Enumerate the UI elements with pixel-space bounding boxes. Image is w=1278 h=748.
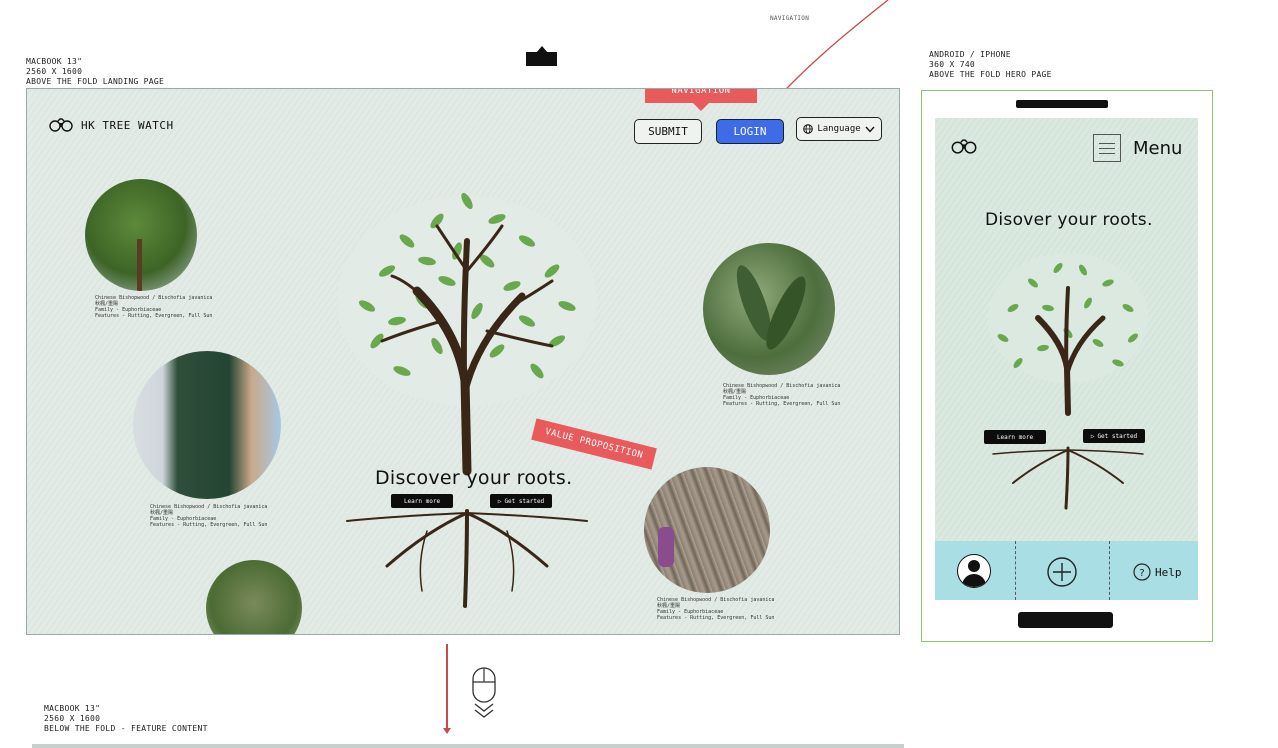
play-icon: ▷ — [497, 497, 502, 505]
desktop-annotation-size: 2560 X 1600 — [26, 67, 83, 76]
mobile-tree-illustration — [988, 253, 1148, 510]
person-figure — [658, 527, 674, 567]
tree-photo-2[interactable] — [133, 351, 281, 499]
desktop-annotation-section: ABOVE THE FOLD LANDING PAGE — [26, 77, 165, 86]
mobile-hero-title: Disover your roots. — [985, 210, 1153, 230]
help-icon: ? — [1133, 563, 1151, 581]
avatar-head — [968, 560, 980, 572]
tab-divider-1 — [1015, 541, 1016, 600]
mobile-frame: Menu Disover your roots. Learn more ▷ Ge… — [921, 90, 1213, 642]
submit-button[interactable]: SUBMIT — [634, 119, 702, 144]
below-fold-annotation-device: MACBOOK 13" — [44, 704, 101, 713]
mobile-screen: Menu Disover your roots. Learn more ▷ Ge… — [935, 118, 1198, 600]
mobile-get-started-label: Get started — [1097, 432, 1138, 440]
tree-caption-2-features: Features - Rutting, Evergreen, Full Sun — [150, 522, 268, 528]
hamburger-menu-icon[interactable] — [1093, 134, 1121, 162]
phone-home-bar — [1018, 612, 1113, 628]
mobile-annotation-device: ANDROID / IPHONE — [929, 50, 1011, 59]
learn-more-button[interactable]: Learn more — [391, 494, 453, 508]
help-tab[interactable]: ? Help — [1133, 563, 1182, 581]
tree-caption-4-features: Features - Rutting, Evergreen, Full Sun — [657, 615, 775, 621]
tree-caption-3-features: Features - Rutting, Evergreen, Full Sun — [723, 401, 841, 407]
below-fold-frame-edge — [32, 744, 904, 748]
hamburger-line-2 — [1099, 148, 1115, 149]
brand-name: HK TREE WATCH — [81, 118, 174, 132]
mobile-annotation-section: ABOVE THE FOLD HERO PAGE — [929, 70, 1052, 79]
menu-label[interactable]: Menu — [1133, 138, 1182, 159]
phone-speaker — [1016, 100, 1108, 108]
placeholder-block-tip — [536, 46, 548, 53]
tree-caption-4: Chinese Bishopwood / Bischofia javanica … — [657, 597, 774, 621]
svg-text:?: ? — [1139, 568, 1144, 579]
hamburger-line-3 — [1099, 153, 1115, 154]
mobile-bottom-bar: ? Help — [935, 541, 1198, 600]
desktop-annotation-device: MACBOOK 13" — [26, 57, 83, 66]
scroll-down-arrow — [446, 644, 448, 732]
get-started-label: Get started — [504, 497, 545, 505]
tree-photo-1-trunk — [137, 239, 142, 291]
tree-caption-2: Chinese Bishopwood / Bischofia javanica … — [150, 504, 267, 528]
binoculars-icon[interactable] — [951, 138, 977, 155]
brand-logo[interactable]: HK TREE WATCH — [49, 117, 174, 133]
play-icon: ▷ — [1090, 432, 1095, 440]
login-button[interactable]: LOGIN — [716, 119, 784, 144]
below-fold-annotation-section: BELOW THE FOLD - FEATURE CONTENT — [44, 724, 208, 733]
tab-divider-2 — [1109, 541, 1110, 600]
tree-photo-4[interactable] — [703, 243, 835, 375]
hamburger-line-1 — [1099, 143, 1115, 144]
placeholder-block — [526, 52, 557, 66]
scroll-down-arrowhead — [443, 728, 451, 734]
help-label: Help — [1155, 565, 1182, 579]
below-fold-annotation-size: 2560 X 1600 — [44, 714, 101, 723]
mobile-get-started-button[interactable]: ▷ Get started — [1083, 429, 1145, 443]
globe-icon — [803, 124, 814, 134]
tree-photo-5[interactable] — [644, 467, 770, 593]
add-icon[interactable] — [1046, 556, 1078, 588]
binoculars-icon — [49, 118, 73, 132]
mobile-annotation: ANDROID / IPHONE 360 X 740 ABOVE THE FOL… — [929, 50, 1052, 80]
mobile-learn-more-button[interactable]: Learn more — [984, 430, 1046, 444]
tree-caption-1: Chinese Bishopwood / Bischofia javanica … — [95, 295, 212, 319]
desktop-landing-frame: HK TREE WATCH NAVIGATION SUBMIT LOGIN La… — [26, 88, 900, 635]
tree-photo-1[interactable] — [85, 179, 197, 291]
chevron-down-icon — [865, 126, 875, 133]
tree-photo-3[interactable] — [206, 560, 302, 634]
tree-caption-1-features: Features - Rutting, Evergreen, Full Sun — [95, 313, 213, 319]
avatar-body — [962, 574, 986, 587]
language-select[interactable]: Language — [796, 117, 882, 141]
mobile-annotation-size: 360 X 740 — [929, 60, 976, 69]
tree-illustration — [337, 192, 597, 608]
hero-title: Discover your roots. — [375, 467, 573, 489]
navigation-callout-tail — [693, 103, 709, 111]
get-started-button[interactable]: ▷ Get started — [490, 494, 552, 508]
profile-avatar-icon[interactable] — [957, 554, 991, 588]
below-fold-annotation: MACBOOK 13" 2560 X 1600 BELOW THE FOLD -… — [44, 704, 208, 734]
tree-caption-3: Chinese Bishopwood / Bischofia javanica … — [723, 383, 840, 407]
mouse-scroll-icon — [472, 667, 496, 718]
navigation-callout: NAVIGATION — [645, 89, 757, 103]
desktop-annotation: MACBOOK 13" 2560 X 1600 ABOVE THE FOLD L… — [26, 57, 164, 87]
language-label: Language — [817, 124, 861, 134]
